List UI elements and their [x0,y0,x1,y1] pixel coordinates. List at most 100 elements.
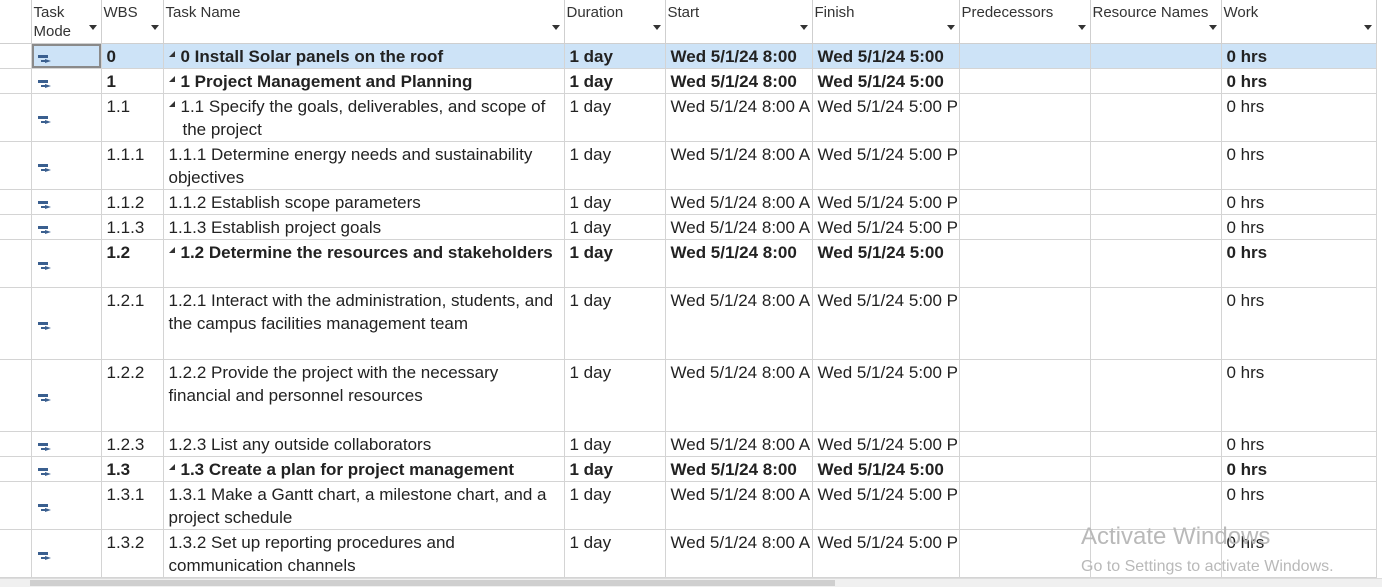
predecessors-cell[interactable] [959,359,1091,432]
wbs-cell[interactable]: 1.1 [101,93,164,142]
resource-names-cell[interactable] [1090,529,1222,578]
task-name-cell[interactable]: 1 Project Management and Planning [163,68,565,94]
task-mode-cell[interactable] [31,189,102,215]
predecessors-cell[interactable] [959,93,1091,142]
select-all-corner[interactable] [0,0,32,44]
duration-cell[interactable]: 1 day [564,287,666,360]
wbs-cell[interactable]: 1.2.3 [101,431,164,457]
task-row[interactable]: 0 0 Install Solar panels on the roof 1 day… [0,43,1377,69]
start-cell[interactable]: Wed 5/1/24 8:00 A [665,214,813,240]
start-cell[interactable]: Wed 5/1/24 8:00 A [665,93,813,142]
row-id-cell[interactable] [0,481,32,530]
finish-cell[interactable]: Wed 5/1/24 5:00 [812,68,960,94]
predecessors-cell[interactable] [959,287,1091,360]
work-cell[interactable]: 0 hrs [1221,529,1377,578]
work-cell[interactable]: 0 hrs [1221,239,1377,288]
finish-cell[interactable]: Wed 5/1/24 5:00 P [812,359,960,432]
row-id-cell[interactable] [0,43,32,69]
row-id-cell[interactable] [0,189,32,215]
finish-cell[interactable]: Wed 5/1/24 5:00 [812,43,960,69]
task-name-cell[interactable]: 1.3.1 Make a Gantt chart, a milestone ch… [163,481,565,530]
task-name-cell[interactable]: 1.3 Create a plan for project management [163,456,565,482]
predecessors-cell[interactable] [959,68,1091,94]
predecessors-cell[interactable] [959,141,1091,190]
collapse-triangle-icon[interactable] [168,464,175,470]
work-cell[interactable]: 0 hrs [1221,431,1377,457]
work-cell[interactable]: 0 hrs [1221,68,1377,94]
wbs-cell[interactable]: 1.3.2 [101,529,164,578]
resource-names-cell[interactable] [1090,456,1222,482]
task-row[interactable]: 1.1 1.1 Specify the goals, deliverables, … [0,93,1377,142]
resource-names-cell[interactable] [1090,93,1222,142]
resource-names-cell[interactable] [1090,43,1222,69]
task-row[interactable]: 1.1.3 1.1.3 Establish project goals 1 day W… [0,214,1377,240]
task-row[interactable]: 1.3.2 1.3.2 Set up reporting procedures a… [0,529,1377,578]
finish-cell[interactable]: Wed 5/1/24 5:00 P [812,287,960,360]
row-id-cell[interactable] [0,93,32,142]
predecessors-cell[interactable] [959,189,1091,215]
predecessors-cell[interactable] [959,481,1091,530]
finish-cell[interactable]: Wed 5/1/24 5:00 P [812,481,960,530]
task-row[interactable]: 1.2.2 1.2.2 Provide the project with the … [0,359,1377,432]
task-mode-cell[interactable] [31,431,102,457]
duration-cell[interactable]: 1 day [564,43,666,69]
predecessors-cell[interactable] [959,214,1091,240]
task-mode-cell[interactable] [31,43,102,69]
wbs-cell[interactable]: 1.1.2 [101,189,164,215]
duration-cell[interactable]: 1 day [564,93,666,142]
column-header-finish[interactable]: Finish [812,0,960,44]
resource-names-cell[interactable] [1090,239,1222,288]
duration-cell[interactable]: 1 day [564,529,666,578]
predecessors-cell[interactable] [959,431,1091,457]
resource-names-cell[interactable] [1090,431,1222,457]
task-name-cell[interactable]: 1.1.3 Establish project goals [163,214,565,240]
task-row[interactable]: 1.2 1.2 Determine the resources and stake… [0,239,1377,288]
task-mode-cell[interactable] [31,456,102,482]
task-name-cell[interactable]: 1.1.2 Establish scope parameters [163,189,565,215]
task-name-cell[interactable]: 1.3.2 Set up reporting procedures and co… [163,529,565,578]
task-name-cell[interactable]: 0 Install Solar panels on the roof [163,43,565,69]
task-row[interactable]: 1.2.1 1.2.1 Interact with the administrat… [0,287,1377,360]
column-header-resource-names[interactable]: Resource Names [1090,0,1222,44]
task-mode-cell[interactable] [31,481,102,530]
predecessors-cell[interactable] [959,239,1091,288]
work-cell[interactable]: 0 hrs [1221,287,1377,360]
task-row[interactable]: 11 Project Management and Planning 1 day W… [0,68,1377,94]
task-mode-cell[interactable] [31,141,102,190]
predecessors-cell[interactable] [959,456,1091,482]
task-name-cell[interactable]: 1.2.1 Interact with the administration, … [163,287,565,360]
resource-names-cell[interactable] [1090,68,1222,94]
filter-dropdown-arrow-icon[interactable] [1077,25,1086,30]
start-cell[interactable]: Wed 5/1/24 8:00 A [665,431,813,457]
row-id-cell[interactable] [0,239,32,288]
scrollbar-thumb[interactable] [30,580,835,586]
wbs-cell[interactable]: 1.3.1 [101,481,164,530]
duration-cell[interactable]: 1 day [564,68,666,94]
row-id-cell[interactable] [0,141,32,190]
start-cell[interactable]: Wed 5/1/24 8:00 A [665,481,813,530]
task-mode-cell[interactable] [31,68,102,94]
filter-dropdown-arrow-icon[interactable] [652,25,661,30]
finish-cell[interactable]: Wed 5/1/24 5:00 P [812,189,960,215]
work-cell[interactable]: 0 hrs [1221,456,1377,482]
task-mode-cell[interactable] [31,93,102,142]
duration-cell[interactable]: 1 day [564,456,666,482]
column-header-work[interactable]: Work [1221,0,1377,44]
task-mode-cell[interactable] [31,359,102,432]
work-cell[interactable]: 0 hrs [1221,141,1377,190]
resource-names-cell[interactable] [1090,359,1222,432]
duration-cell[interactable]: 1 day [564,189,666,215]
start-cell[interactable]: Wed 5/1/24 8:00 A [665,189,813,215]
filter-dropdown-arrow-icon[interactable] [799,25,808,30]
filter-dropdown-arrow-icon[interactable] [946,25,955,30]
task-name-cell[interactable]: 1.2.3 List any outside collaborators [163,431,565,457]
finish-cell[interactable]: Wed 5/1/24 5:00 P [812,431,960,457]
start-cell[interactable]: Wed 5/1/24 8:00 [665,43,813,69]
start-cell[interactable]: Wed 5/1/24 8:00 [665,239,813,288]
start-cell[interactable]: Wed 5/1/24 8:00 A [665,141,813,190]
duration-cell[interactable]: 1 day [564,239,666,288]
task-row[interactable]: 1.1.1 1.1.1 Determine energy needs and su… [0,141,1377,190]
task-mode-cell[interactable] [31,214,102,240]
start-cell[interactable]: Wed 5/1/24 8:00 A [665,287,813,360]
start-cell[interactable]: Wed 5/1/24 8:00 [665,456,813,482]
